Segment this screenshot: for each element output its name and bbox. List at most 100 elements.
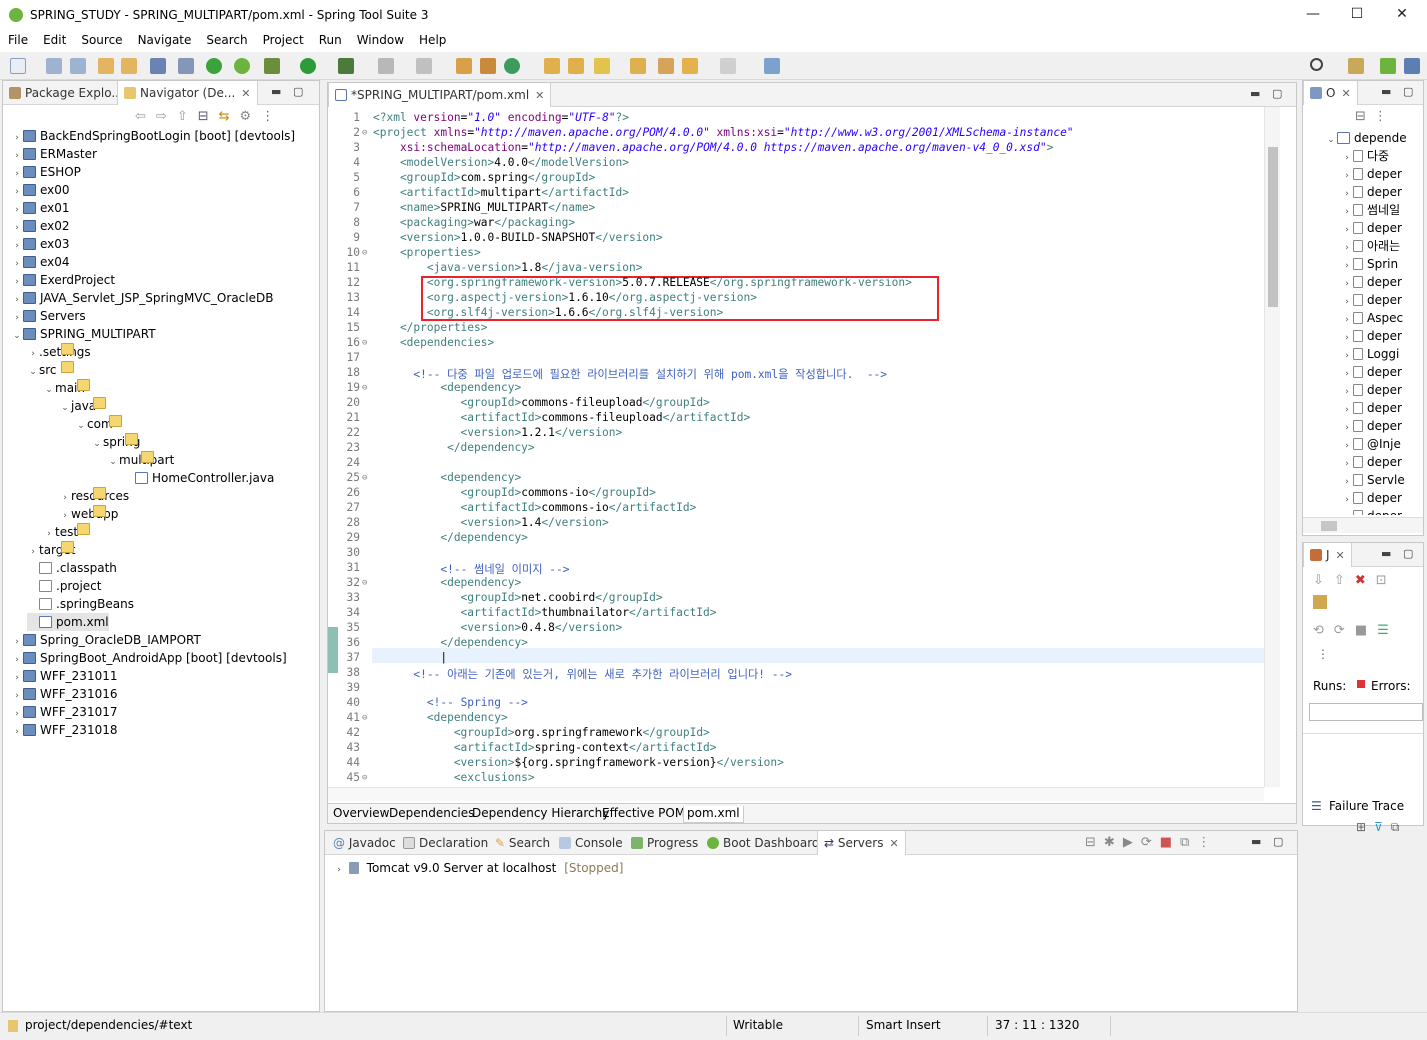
close-icon[interactable]: ✕ bbox=[535, 89, 544, 102]
code-line[interactable]: <artifactId>multipart</artifactId> bbox=[373, 186, 629, 199]
rerun-icon[interactable]: ⟲ bbox=[1313, 623, 1334, 638]
save-icon[interactable] bbox=[46, 58, 62, 74]
scroll-lock-icon[interactable]: ⊡ bbox=[1376, 573, 1397, 588]
code-line[interactable]: <artifactId>thumbnailator</artifactId> bbox=[373, 606, 717, 619]
tab-dependency-hierarchy[interactable]: Dependency Hierarchy bbox=[469, 806, 612, 823]
outline-item[interactable]: ›deper bbox=[1341, 417, 1402, 435]
tab-package-explorer[interactable]: Package Explo... bbox=[3, 81, 129, 105]
code-line[interactable]: <version>1.2.1</version> bbox=[373, 426, 623, 439]
code-line[interactable]: <java-version>1.8</java-version> bbox=[373, 261, 643, 274]
open-perspective-icon[interactable] bbox=[1348, 58, 1364, 74]
maximize-icon[interactable]: ▢ bbox=[1403, 547, 1413, 560]
outline-item[interactable]: ›deper bbox=[1341, 165, 1402, 183]
tree-item[interactable]: › ESHOP bbox=[11, 163, 81, 181]
minimize-icon[interactable]: ▬ bbox=[271, 85, 281, 98]
code-line[interactable]: <name>SPRING_MULTIPART</name> bbox=[373, 201, 595, 214]
outline-item[interactable]: › 아래는 bbox=[1341, 237, 1400, 255]
chevron-right-icon[interactable]: › bbox=[1341, 509, 1353, 515]
code-line[interactable]: <packaging>war</packaging> bbox=[373, 216, 575, 229]
tab-servers[interactable]: ⇄ Servers ✕ bbox=[817, 831, 906, 855]
code-line[interactable]: <!-- Spring --> bbox=[373, 696, 528, 709]
maximize-icon[interactable]: ▢ bbox=[293, 85, 303, 98]
tree-item[interactable]: ›.settings bbox=[27, 343, 91, 361]
show-failures-icon[interactable]: ✖ bbox=[1355, 573, 1376, 588]
new-java-project-icon[interactable] bbox=[456, 58, 472, 74]
code-line[interactable]: <?xml version="1.0" encoding="UTF-8"?> bbox=[373, 111, 629, 124]
code-line[interactable]: <org.springframework-version>5.0.7.RELEA… bbox=[373, 276, 912, 289]
tree-item[interactable]: › Servers bbox=[11, 307, 85, 325]
outline-item[interactable]: ›deper bbox=[1341, 291, 1402, 309]
fold-toggle-icon[interactable]: ⊖ bbox=[362, 383, 367, 393]
tree-item[interactable]: › ex03 bbox=[11, 235, 69, 253]
minimize-icon[interactable]: ▬ bbox=[1381, 547, 1391, 560]
minimize-icon[interactable]: ▬ bbox=[1250, 87, 1260, 100]
tab-outline[interactable]: O ✕ bbox=[1303, 81, 1358, 105]
view-menu-icon[interactable]: ⋮ bbox=[1197, 835, 1218, 850]
tab-dependencies[interactable]: Dependencies bbox=[386, 806, 477, 823]
tree-item[interactable]: ⌄ main bbox=[43, 379, 90, 399]
view-menu-icon[interactable]: ⋮ bbox=[1317, 647, 1329, 661]
tab-pom-xml-source[interactable]: pom.xml bbox=[683, 806, 744, 823]
code-line[interactable]: <version>1.4</version> bbox=[373, 516, 609, 529]
close-icon[interactable]: ✕ bbox=[1341, 87, 1350, 100]
code-line[interactable]: <dependencies> bbox=[373, 336, 494, 349]
java-perspective-icon[interactable] bbox=[1404, 58, 1420, 74]
tab-pom-xml[interactable]: *SPRING_MULTIPART/pom.xml ✕ bbox=[328, 83, 552, 107]
outline-item[interactable]: › 썸네일 bbox=[1341, 201, 1400, 219]
collapse-all-icon[interactable]: ⊟ bbox=[1355, 109, 1374, 124]
outline-item[interactable]: › @Inje bbox=[1341, 435, 1401, 453]
tree-item[interactable]: › BackEndSpringBootLogin [boot] [devtools… bbox=[11, 127, 295, 145]
tree-item[interactable]: ⌄ com bbox=[75, 415, 122, 435]
stop-server-icon[interactable]: ■ bbox=[1160, 835, 1180, 850]
code-line[interactable]: <version>0.4.8</version> bbox=[373, 621, 623, 634]
tab-javadoc[interactable]: @ Javadoc bbox=[327, 831, 402, 855]
tree-item[interactable]: › JAVA_Servlet_JSP_SpringMVC_OracleDB bbox=[11, 289, 273, 307]
run-external-icon[interactable] bbox=[338, 58, 354, 74]
new-class-icon[interactable] bbox=[504, 58, 520, 74]
tab-search[interactable]: ✎ Search bbox=[489, 831, 556, 855]
tree-item[interactable]: › ERMaster bbox=[11, 145, 97, 163]
menu-edit[interactable]: Edit bbox=[35, 31, 73, 47]
code-line[interactable]: <dependency> bbox=[373, 711, 508, 724]
code-line[interactable]: </dependency> bbox=[373, 441, 535, 454]
tree-item[interactable]: ⌄ java bbox=[59, 397, 106, 415]
open-folder-icon[interactable] bbox=[630, 58, 646, 74]
fold-toggle-icon[interactable]: ⊖ bbox=[362, 473, 367, 483]
code-line[interactable]: <modelVersion>4.0.0</modelVersion> bbox=[373, 156, 629, 169]
tree-item[interactable]: › ex04 bbox=[11, 253, 69, 271]
code-line[interactable]: | bbox=[373, 651, 447, 664]
code-line[interactable]: <org.aspectj-version>1.6.10</org.aspectj… bbox=[373, 291, 757, 304]
fold-toggle-icon[interactable]: ⊖ bbox=[362, 128, 367, 138]
next-failure-icon[interactable]: ⇩ bbox=[1313, 573, 1334, 588]
tree-item[interactable]: › WFF_231018 bbox=[11, 721, 117, 739]
pin-editor-icon[interactable] bbox=[764, 58, 780, 74]
outline-item[interactable]: ›deper bbox=[1341, 453, 1402, 471]
tree-item[interactable]: .classpath bbox=[27, 559, 117, 577]
code-line[interactable]: <project xmlns = "http://maven.apache.org/… bbox=[373, 126, 1074, 139]
new-package-icon[interactable] bbox=[480, 58, 496, 74]
tree-item[interactable]: › ex02 bbox=[11, 217, 69, 235]
code-line[interactable]: <dependency> bbox=[373, 576, 521, 589]
chevron-down-icon[interactable]: ⌄ bbox=[27, 363, 39, 381]
chevron-down-icon[interactable]: ⌄ bbox=[43, 381, 55, 399]
link-editor-icon[interactable]: ⇆ bbox=[219, 109, 240, 124]
outline-item[interactable]: ›deper bbox=[1341, 219, 1402, 237]
close-icon[interactable]: ✕ bbox=[889, 837, 898, 850]
outline-item[interactable]: › Aspec bbox=[1341, 309, 1403, 327]
menu-window[interactable]: Window bbox=[349, 31, 411, 47]
code-line[interactable]: </dependency> bbox=[373, 636, 528, 649]
tree-item[interactable]: › test bbox=[43, 523, 90, 541]
code-line[interactable]: <!-- 아래는 기존에 있는거, 위에는 새로 추가한 라이브러리 입니다! … bbox=[373, 666, 792, 682]
maximize-button[interactable]: ☐ bbox=[1347, 6, 1367, 22]
code-line[interactable]: <groupId>net.coobird</groupId> bbox=[373, 591, 663, 604]
copy-trace-icon[interactable]: ⧉ bbox=[1391, 820, 1408, 834]
tree-item[interactable]: › WFF_231016 bbox=[11, 685, 117, 703]
collapse-icon[interactable]: ⊟ bbox=[1085, 835, 1104, 850]
tree-item[interactable]: › WFF_231011 bbox=[11, 667, 117, 685]
chevron-down-icon[interactable]: ⌄ bbox=[75, 417, 87, 435]
close-button[interactable]: ✕ bbox=[1392, 6, 1412, 22]
debug-server-icon[interactable]: ✱ bbox=[1104, 835, 1123, 850]
fold-toggle-icon[interactable]: ⊖ bbox=[362, 248, 367, 258]
code-line[interactable]: <properties> bbox=[373, 246, 481, 259]
vertical-scrollbar[interactable] bbox=[1264, 107, 1280, 787]
